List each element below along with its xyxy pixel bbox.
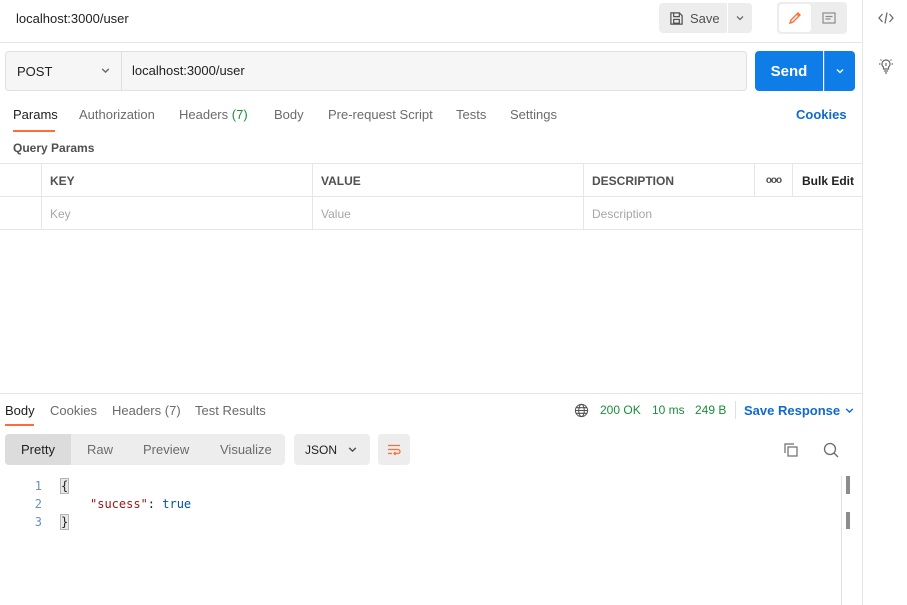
format-select[interactable]: JSON [294, 434, 370, 465]
query-params-table: KEY VALUE DESCRIPTION ooo Bulk Edit Key … [0, 163, 862, 230]
headers-count: (7) [231, 107, 248, 122]
close-brace: } [59, 514, 70, 530]
right-sidebar [862, 0, 907, 605]
line-number: 2 [34, 497, 42, 511]
response-size[interactable]: 249 B [695, 403, 726, 417]
send-button[interactable]: Send [755, 51, 823, 91]
response-divider[interactable] [0, 393, 862, 394]
method-select[interactable]: POST [6, 52, 122, 90]
line-number: 3 [34, 515, 42, 529]
tab-headers-label: Headers [179, 107, 229, 122]
response-view-selector: Pretty Raw Preview Visualize [5, 434, 285, 465]
comment-icon [822, 12, 836, 24]
line-number: 1 [34, 479, 42, 493]
send-options-button[interactable] [824, 51, 855, 91]
code-line: } [59, 514, 70, 530]
scrollbar-marker [846, 512, 850, 529]
save-options-button[interactable] [728, 3, 752, 33]
title-row: localhost:3000/user Save [0, 0, 862, 43]
key-input[interactable]: Key [42, 197, 313, 230]
view-raw[interactable]: Raw [87, 434, 113, 465]
save-icon [670, 11, 683, 25]
column-value: VALUE [313, 164, 584, 197]
chevron-down-icon [348, 447, 357, 453]
chevron-down-icon [101, 68, 110, 74]
json-separator: : [147, 497, 163, 511]
request-title[interactable]: localhost:3000/user [16, 11, 129, 26]
chevron-down-icon [845, 408, 854, 414]
view-visualize[interactable]: Visualize [220, 434, 272, 465]
json-value: true [162, 497, 192, 511]
table-header-row: KEY VALUE DESCRIPTION ooo Bulk Edit [0, 164, 862, 197]
active-tab-indicator [13, 130, 55, 132]
search-icon[interactable] [822, 441, 840, 459]
chevron-down-icon [736, 16, 744, 21]
tab-pre-request-script[interactable]: Pre-request Script [328, 107, 433, 122]
lightbulb-icon[interactable] [877, 57, 895, 75]
save-label: Save [690, 10, 720, 26]
response-tab-headers[interactable]: Headers (7) [112, 403, 181, 418]
response-headers-count: (7) [164, 403, 181, 418]
documentation-mode-button[interactable] [813, 4, 845, 32]
tab-tests[interactable]: Tests [456, 107, 486, 122]
json-key: "sucess" [90, 497, 148, 511]
response-body-editor[interactable]: 1 { 2 "sucess": true 3 } [0, 476, 840, 605]
response-tab-test-results[interactable]: Test Results [195, 403, 266, 418]
checkbox-column [0, 164, 42, 197]
wrap-lines-button[interactable] [378, 434, 410, 465]
chevron-down-icon [836, 69, 844, 74]
description-input[interactable]: Description [584, 197, 862, 230]
status-separator [735, 401, 736, 419]
pencil-icon [788, 12, 801, 25]
response-time[interactable]: 10 ms [652, 403, 685, 417]
request-tabs: Params Authorization Headers (7) Body Pr… [0, 104, 862, 132]
more-options-button[interactable]: ooo [755, 164, 793, 197]
bulk-edit-button[interactable]: Bulk Edit [793, 164, 862, 197]
response-tab-headers-label: Headers [112, 403, 162, 418]
row-checkbox-cell [0, 197, 42, 230]
code-icon[interactable] [877, 9, 895, 27]
method-value: POST [17, 63, 53, 79]
status-code[interactable]: 200 OK [600, 403, 641, 417]
view-pretty[interactable]: Pretty [5, 434, 71, 465]
column-description: DESCRIPTION [584, 164, 755, 197]
active-tab-indicator [5, 424, 34, 426]
tab-headers[interactable]: Headers (7) [179, 107, 248, 122]
tab-body[interactable]: Body [274, 107, 304, 122]
save-button[interactable]: Save [659, 3, 727, 33]
url-input[interactable]: localhost:3000/user [132, 63, 245, 78]
table-row: Key Value Description [0, 197, 862, 230]
code-line: "sucess": true [90, 497, 191, 511]
column-key: KEY [42, 164, 313, 197]
tab-settings[interactable]: Settings [510, 107, 557, 122]
tab-authorization[interactable]: Authorization [79, 107, 155, 122]
view-preview[interactable]: Preview [143, 434, 189, 465]
open-brace: { [59, 478, 70, 494]
query-params-title: Query Params [13, 141, 95, 155]
response-tab-cookies[interactable]: Cookies [50, 403, 97, 418]
globe-icon[interactable] [574, 403, 589, 418]
tab-params[interactable]: Params [13, 107, 58, 122]
url-bar: POST localhost:3000/user [5, 51, 747, 91]
save-response-label: Save Response [744, 403, 841, 418]
scrollbar-marker [846, 476, 850, 494]
cookies-link[interactable]: Cookies [796, 107, 847, 122]
request-editor: localhost:3000/user Save POST localhost:… [0, 0, 862, 605]
response-tab-body[interactable]: Body [5, 403, 35, 418]
save-response-button[interactable]: Save Response [744, 403, 855, 418]
wrap-lines-icon [388, 444, 401, 455]
editor-scrollbar[interactable] [841, 476, 842, 605]
response-tabs: Body Cookies Headers (7) Test Results 20… [0, 400, 862, 426]
edit-mode-button[interactable] [779, 4, 811, 32]
format-value: JSON [305, 442, 338, 457]
view-mode-toggle [777, 2, 847, 34]
value-input[interactable]: Value [313, 197, 584, 230]
code-line: { [59, 478, 70, 494]
copy-icon[interactable] [782, 441, 800, 459]
